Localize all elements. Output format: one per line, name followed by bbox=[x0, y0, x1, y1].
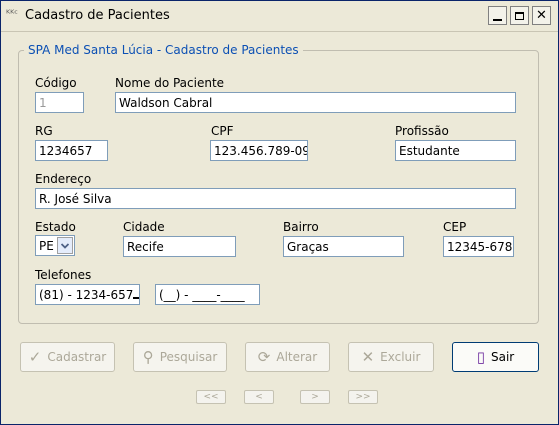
cadastrar-label: Cadastrar bbox=[47, 350, 107, 364]
cep-label: CEP bbox=[443, 220, 467, 234]
exit-door-icon: ▯ bbox=[476, 348, 485, 366]
bairro-field[interactable]: Graças bbox=[283, 236, 404, 257]
maximize-icon bbox=[515, 11, 524, 20]
title-bar[interactable]: ᴷᴷᶜ Cadastro de Pacientes ✕ bbox=[1, 1, 558, 32]
nav-first-button[interactable]: << bbox=[196, 390, 226, 404]
pesquisar-label: Pesquisar bbox=[159, 350, 218, 364]
telefone1-field[interactable]: (81) - 1234-657 bbox=[35, 284, 140, 305]
estado-value: PE bbox=[39, 239, 54, 253]
excluir-label: Excluir bbox=[380, 350, 421, 364]
endereco-label: Endereço bbox=[35, 172, 92, 186]
codigo-label: Código bbox=[35, 76, 77, 90]
groupbox-title: SPA Med Santa Lúcia - Cadastro de Pacien… bbox=[24, 43, 303, 57]
alterar-label: Alterar bbox=[276, 350, 318, 364]
app-icon: ᴷᴷᶜ bbox=[6, 9, 18, 20]
estado-label: Estado bbox=[35, 220, 76, 234]
sair-label: Sair bbox=[491, 350, 515, 364]
alterar-button[interactable]: ⟳ Alterar bbox=[245, 342, 330, 372]
checkmark-icon: ✓ bbox=[28, 348, 42, 366]
minimize-button[interactable] bbox=[488, 6, 507, 25]
excluir-button[interactable]: ✕ Excluir bbox=[348, 342, 434, 372]
estado-select[interactable]: PE bbox=[35, 235, 75, 256]
codigo-field[interactable]: 1 bbox=[35, 92, 84, 113]
close-icon: ✕ bbox=[536, 8, 547, 23]
cadastrar-button[interactable]: ✓ Cadastrar bbox=[20, 342, 115, 372]
bairro-label: Bairro bbox=[283, 220, 319, 234]
sair-button[interactable]: ▯ Sair bbox=[452, 342, 539, 372]
pesquisar-button[interactable]: ⚲ Pesquisar bbox=[133, 342, 227, 372]
telefones-label: Telefones bbox=[35, 268, 92, 282]
dropdown-button[interactable] bbox=[57, 237, 73, 254]
nome-label: Nome do Paciente bbox=[115, 76, 225, 90]
cidade-field[interactable]: Recife bbox=[123, 236, 236, 257]
telefone1-value: (81) - 1234-657 bbox=[39, 288, 134, 302]
cpf-label: CPF bbox=[211, 124, 234, 138]
nav-next-button[interactable]: > bbox=[300, 390, 330, 404]
cep-field[interactable]: 12345-678 bbox=[443, 236, 514, 257]
delete-x-icon: ✕ bbox=[361, 348, 375, 366]
close-button[interactable]: ✕ bbox=[532, 6, 551, 25]
maximize-button[interactable] bbox=[510, 6, 529, 25]
running-man-icon: ⚲ bbox=[142, 348, 154, 366]
minimize-icon bbox=[493, 18, 502, 21]
nav-last-button[interactable]: >> bbox=[348, 390, 378, 404]
endereco-field[interactable]: R. José Silva bbox=[35, 188, 516, 209]
profissao-field[interactable]: Estudante bbox=[395, 140, 516, 161]
rg-field[interactable]: 1234657 bbox=[35, 140, 108, 161]
profissao-label: Profissão bbox=[395, 124, 449, 138]
nome-field[interactable]: Waldson Cabral bbox=[115, 92, 516, 113]
cidade-label: Cidade bbox=[123, 220, 165, 234]
chevron-down-icon bbox=[61, 242, 69, 249]
refresh-icon: ⟳ bbox=[257, 348, 271, 366]
window-title: Cadastro de Pacientes bbox=[25, 8, 170, 23]
cpf-field[interactable]: 123.456.789-09 bbox=[210, 140, 308, 161]
rg-label: RG bbox=[35, 124, 53, 138]
nav-prev-button[interactable]: < bbox=[244, 390, 274, 404]
telefone2-field[interactable]: (__) - ____-____ bbox=[155, 284, 260, 305]
text-caret bbox=[133, 297, 139, 299]
